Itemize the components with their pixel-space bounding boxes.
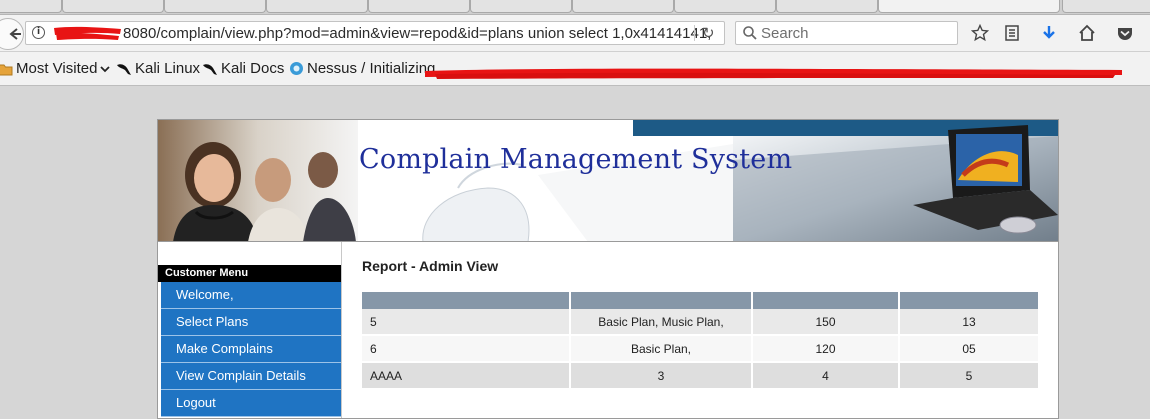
column-header xyxy=(752,292,900,309)
search-bar[interactable]: Search xyxy=(735,21,958,45)
browser-tab[interactable] xyxy=(1062,0,1150,13)
browser-tab[interactable] xyxy=(470,0,572,13)
table-cell: 13 xyxy=(899,309,1040,336)
chevron-down-icon xyxy=(100,65,111,72)
nessus-icon xyxy=(290,62,303,75)
bookmark-kali-linux[interactable]: Kali Linux xyxy=(116,60,200,77)
tab-strip xyxy=(0,0,1150,15)
menu-item-view-complain-details[interactable]: View Complain Details xyxy=(161,363,341,390)
table-cell: 150 xyxy=(752,309,900,336)
customer-menu-header: Customer Menu xyxy=(158,265,341,282)
reading-list-icon[interactable] xyxy=(1001,22,1023,44)
column-header xyxy=(899,292,1040,309)
bookmark-kali-docs[interactable]: Kali Docs xyxy=(202,60,284,77)
table-cell: 4 xyxy=(752,362,900,390)
site-info-icon[interactable]: i xyxy=(32,26,45,39)
kali-dragon-icon xyxy=(117,63,131,75)
customer-sidebar: Customer Menu Welcome, Select Plans Make… xyxy=(158,242,342,418)
table-cell: Basic Plan, Music Plan, xyxy=(570,309,753,336)
menu-item-select-plans[interactable]: Select Plans xyxy=(161,309,341,336)
reload-icon[interactable]: ↻ xyxy=(702,24,715,42)
site-title: Complain Management System xyxy=(359,144,793,175)
browser-tab[interactable] xyxy=(0,0,62,13)
table-header-row xyxy=(362,292,1040,309)
menu-item-welcome[interactable]: Welcome, xyxy=(161,282,341,309)
main-content: Report - Admin View 5 Basic Plan, Music … xyxy=(362,242,1052,418)
bookmark-most-visited[interactable]: Most Visited xyxy=(0,60,113,77)
table-cell: 3 xyxy=(570,362,753,390)
banner-illustration xyxy=(158,120,1058,242)
bookmark-label: Kali Docs xyxy=(221,60,285,77)
download-icon[interactable] xyxy=(1038,22,1060,44)
redacted-hostname xyxy=(54,26,121,40)
browser-tab[interactable] xyxy=(368,0,470,13)
kali-dragon-icon xyxy=(203,63,217,75)
url-bar[interactable]: i 8080/complain/view.php?mod=admin&view=… xyxy=(25,21,725,45)
browser-tab[interactable] xyxy=(266,0,368,13)
browser-tab-active[interactable] xyxy=(878,0,1060,13)
bookmarks-toolbar: Most Visited Kali Linux Kali Docs Nessus… xyxy=(0,52,1150,86)
column-header xyxy=(570,292,753,309)
column-header xyxy=(362,292,571,309)
search-placeholder: Search xyxy=(761,25,809,42)
bookmark-star-icon[interactable] xyxy=(969,22,991,44)
table-cell: 5 xyxy=(899,362,1040,390)
table-cell: 5 xyxy=(362,309,571,336)
table-row: AAAA 3 4 5 xyxy=(362,362,1040,390)
table-cell: AAAA xyxy=(362,362,571,390)
page-title: Report - Admin View xyxy=(362,258,499,274)
menu-item-make-complains[interactable]: Make Complains xyxy=(161,336,341,363)
back-button[interactable] xyxy=(0,18,24,50)
search-icon xyxy=(743,26,757,40)
browser-tab[interactable] xyxy=(674,0,776,13)
browser-tab[interactable] xyxy=(572,0,674,13)
back-arrow-icon xyxy=(9,28,21,40)
url-text: 8080/complain/view.php?mod=admin&view=re… xyxy=(123,25,712,42)
navigation-toolbar: i 8080/complain/view.php?mod=admin&view=… xyxy=(0,15,1150,52)
table-cell: 120 xyxy=(752,335,900,363)
table-row: 6 Basic Plan, 120 05 xyxy=(362,335,1040,363)
home-icon[interactable] xyxy=(1076,22,1098,44)
table-cell: 05 xyxy=(899,335,1040,363)
folder-icon xyxy=(0,64,13,75)
web-page: Complain Management System Customer Menu… xyxy=(157,119,1059,419)
browser-tab[interactable] xyxy=(164,0,266,13)
table-cell: 6 xyxy=(362,335,571,363)
url-separator xyxy=(694,25,695,41)
redacted-bookmarks xyxy=(425,68,1122,79)
bookmark-label: Kali Linux xyxy=(135,60,201,77)
browser-tab[interactable] xyxy=(62,0,164,13)
menu-item-logout[interactable]: Logout xyxy=(161,390,341,417)
table-row: 5 Basic Plan, Music Plan, 150 13 xyxy=(362,309,1040,336)
pocket-icon[interactable] xyxy=(1114,22,1136,44)
site-banner: Complain Management System xyxy=(158,120,1058,242)
browser-tab[interactable] xyxy=(776,0,878,13)
bookmark-label: Most Visited xyxy=(16,60,98,77)
table-cell: Basic Plan, xyxy=(570,335,753,363)
report-table: 5 Basic Plan, Music Plan, 150 13 6 Basic… xyxy=(362,292,1040,390)
customer-menu: Welcome, Select Plans Make Complains Vie… xyxy=(161,282,341,417)
